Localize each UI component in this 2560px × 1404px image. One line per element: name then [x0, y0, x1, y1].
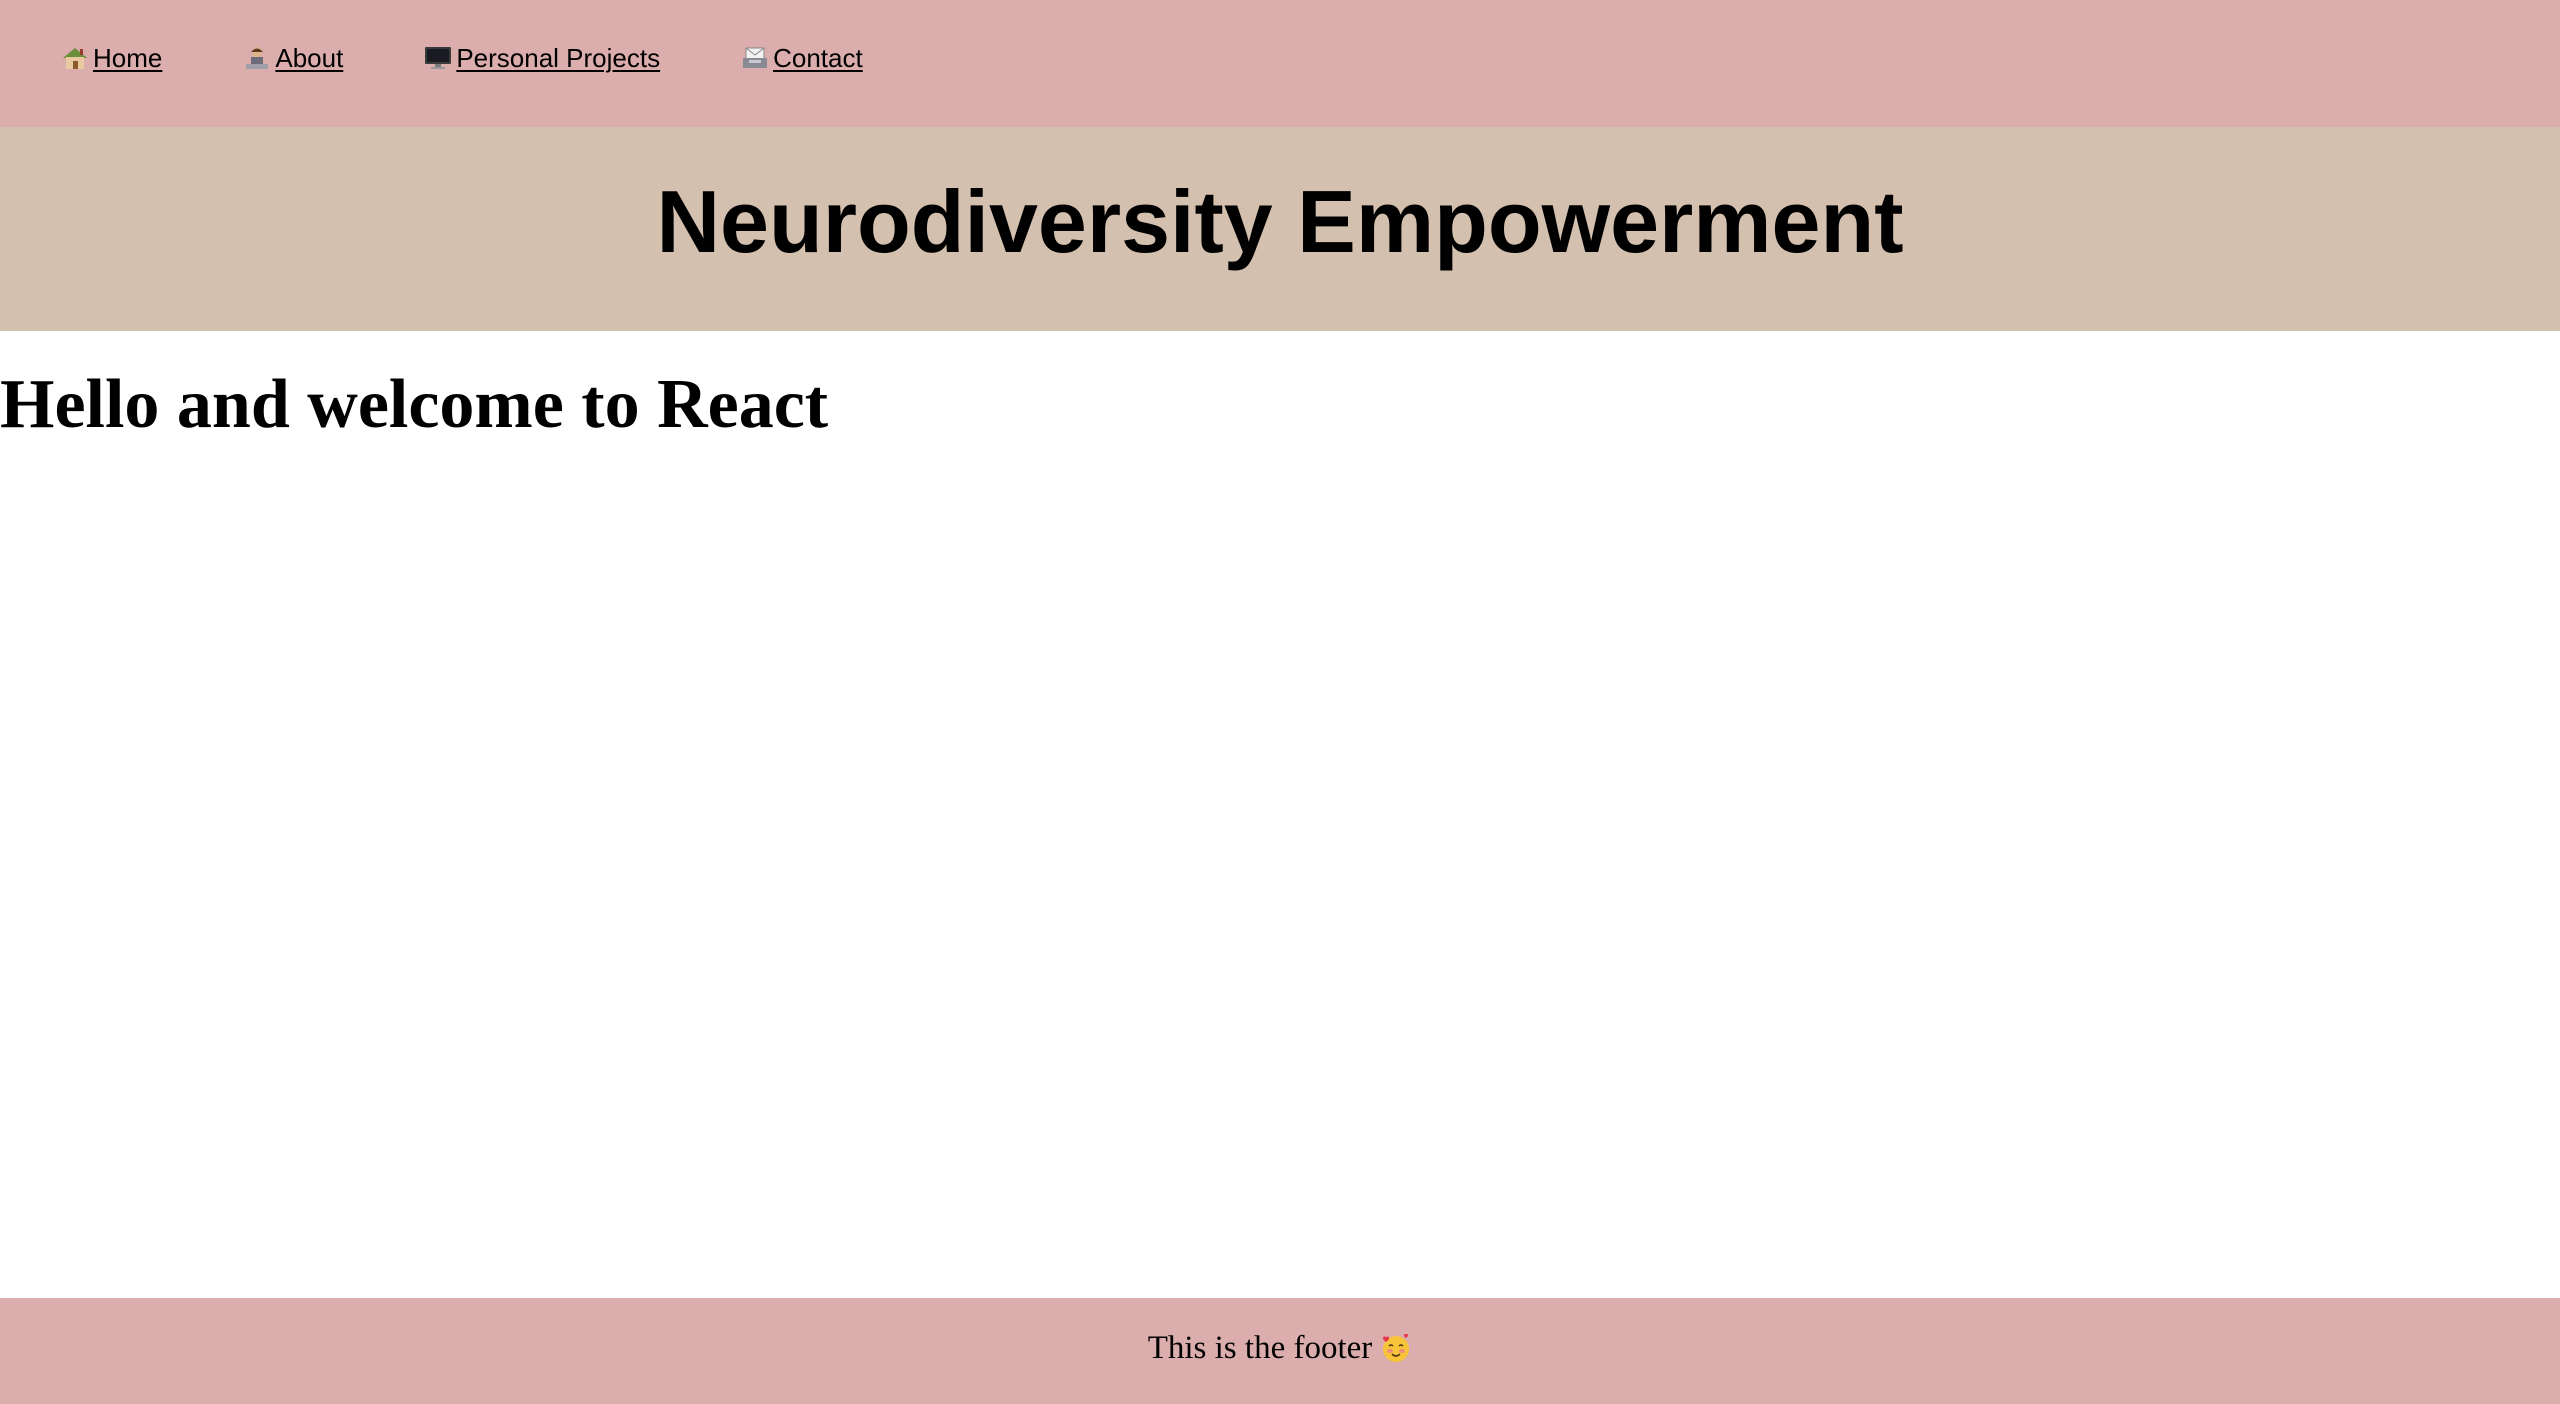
nav-link-label: About — [275, 43, 344, 73]
nav-link-label: Home — [93, 43, 163, 73]
smiling-face-with-hearts-icon — [1380, 1332, 1412, 1364]
desktop-computer-icon — [423, 45, 453, 71]
nav-list: Home About Personal Projects Contact — [60, 41, 863, 75]
title-banner: Neurodiversity Empowerment — [0, 127, 2560, 331]
page-footer: This is the footer — [0, 1298, 2560, 1404]
nav-link-label: Personal Projects — [456, 43, 661, 73]
envelope-tray-icon — [740, 45, 770, 71]
site-title: Neurodiversity Empowerment — [656, 172, 1904, 271]
nav-link-label: Contact — [773, 43, 863, 73]
nav-link-contact[interactable]: Contact — [740, 41, 863, 75]
top-navigation-bar: Home About Personal Projects Contact — [0, 0, 2560, 127]
welcome-heading: Hello and welcome to React — [0, 366, 829, 443]
nav-link-about[interactable]: About — [242, 41, 343, 75]
house-icon — [60, 45, 90, 71]
footer-content: This is the footer — [1148, 1328, 1413, 1368]
nav-link-personal-projects[interactable]: Personal Projects — [423, 41, 660, 75]
nav-link-home[interactable]: Home — [60, 41, 162, 75]
person-at-desk-icon — [242, 45, 272, 71]
footer-text: This is the footer — [1147, 1330, 1373, 1366]
